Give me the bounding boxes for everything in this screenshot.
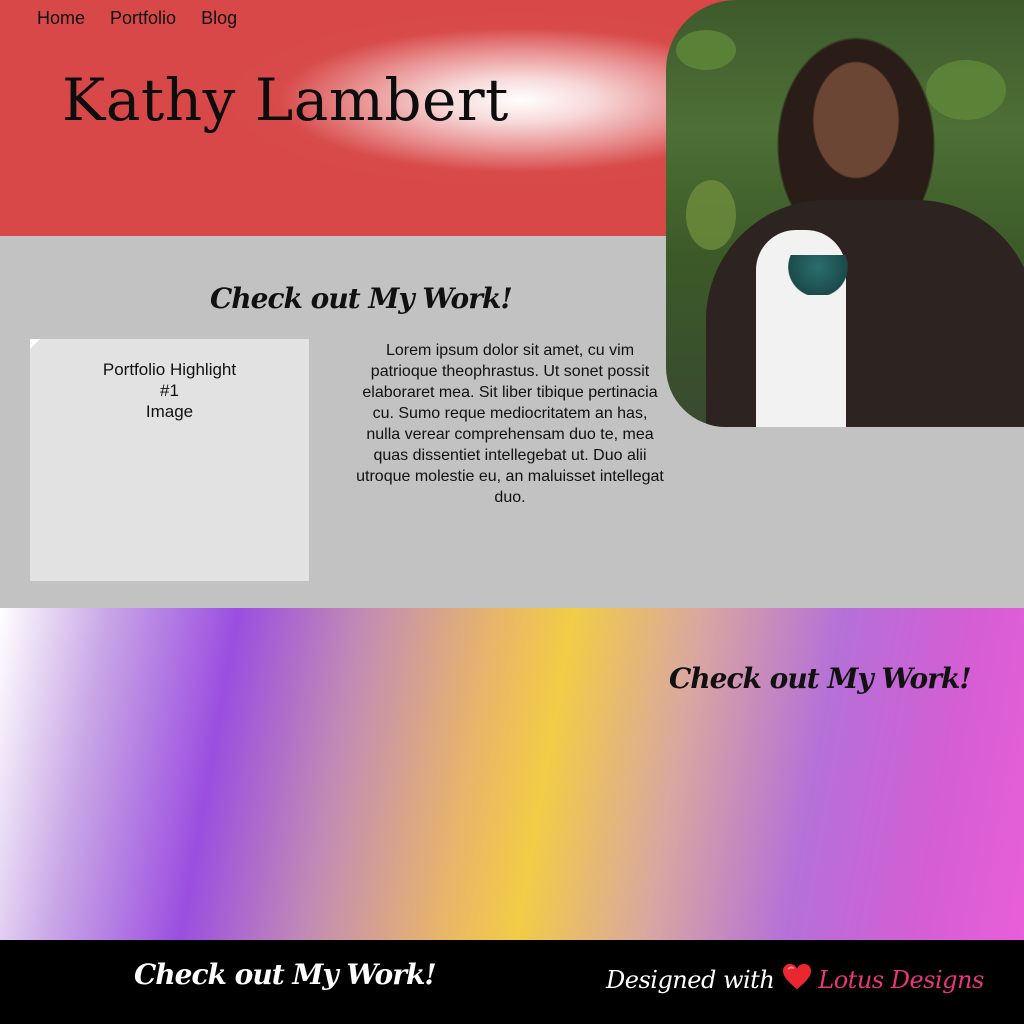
portfolio-highlight-label: Portfolio Highlight #1 Image: [102, 360, 237, 421]
credit-prefix: Designed with: [606, 966, 775, 994]
gradient-section: [0, 608, 1024, 940]
photo-foliage: [926, 60, 1006, 120]
photo-foliage: [676, 30, 736, 70]
lotus-designs-link[interactable]: Lotus Designs: [818, 966, 984, 994]
image-placeholder-corner: [30, 339, 40, 349]
main-nav: Home Portfolio Blog: [37, 8, 262, 29]
nav-portfolio-link[interactable]: Portfolio: [110, 8, 176, 29]
footer-credit: Designed with Lotus Designs: [606, 962, 984, 998]
section-body-text: Lorem ipsum dolor sit amet, cu vim patri…: [356, 342, 664, 506]
nav-blog-link[interactable]: Blog: [201, 8, 237, 29]
photo-necklace: [778, 255, 858, 295]
heart-icon: [782, 962, 812, 992]
footer-heading: Check out My Work!: [134, 958, 437, 991]
site-title: Kathy Lambert: [62, 66, 509, 134]
gradient-section-heading: Check out My Work!: [669, 662, 972, 695]
photo-foliage: [686, 180, 736, 250]
portfolio-highlight-image[interactable]: Portfolio Highlight #1 Image: [30, 339, 309, 581]
photo-jacket: [706, 200, 1024, 427]
profile-photo: [666, 0, 1024, 427]
section-heading: Check out My Work!: [210, 282, 513, 315]
nav-home-link[interactable]: Home: [37, 8, 85, 29]
